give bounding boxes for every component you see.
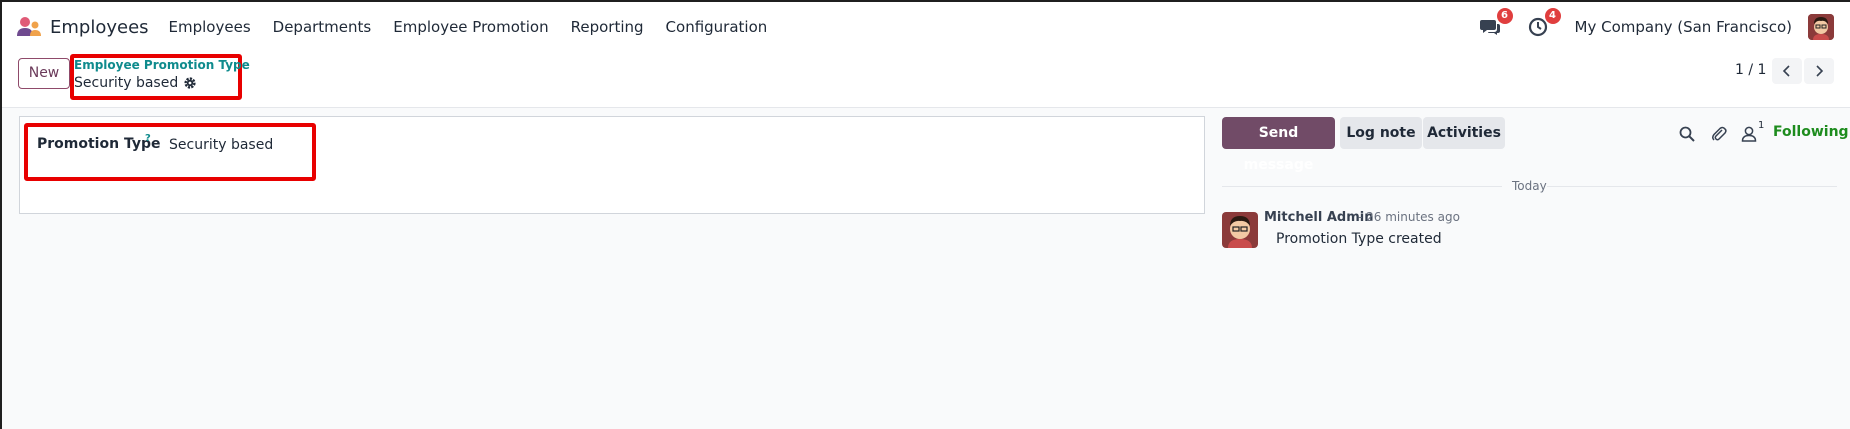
menu-configuration[interactable]: Configuration <box>666 18 768 36</box>
follower-count: 1 <box>1758 120 1765 131</box>
activities-clock-icon[interactable]: 4 <box>1527 8 1561 38</box>
chevron-left-icon <box>1782 65 1790 77</box>
chevron-right-icon <box>1816 65 1824 77</box>
menu-departments[interactable]: Departments <box>273 18 372 36</box>
menu-reporting[interactable]: Reporting <box>571 18 644 36</box>
app-name: Employees <box>50 16 149 38</box>
record-title: Security based <box>74 75 179 91</box>
date-separator-line-left <box>1222 186 1502 187</box>
breadcrumb-current: Security based <box>74 75 197 91</box>
pager-next-button[interactable] <box>1804 58 1834 84</box>
app-brand[interactable]: Employees <box>16 16 149 38</box>
date-separator-line-right <box>1547 186 1837 187</box>
search-icon[interactable] <box>1678 125 1696 143</box>
control-panel: New Employee Promotion Type Security bas… <box>2 52 1850 108</box>
breadcrumb-parent-link[interactable]: Employee Promotion Type <box>74 58 250 72</box>
menu-employee-promotion[interactable]: Employee Promotion <box>393 18 548 36</box>
pager-previous-button[interactable] <box>1772 58 1802 84</box>
help-tooltip-icon[interactable]: ? <box>145 133 151 144</box>
following-button[interactable]: Following <box>1773 124 1849 140</box>
promotion-type-label: Promotion Type <box>37 136 161 152</box>
systray: 6 4 My Company (San Francisco) <box>1479 2 1834 52</box>
company-switcher[interactable]: My Company (San Francisco) <box>1575 18 1792 36</box>
message-body: Promotion Type created <box>1276 231 1442 247</box>
messages-badge: 6 <box>1496 8 1513 24</box>
followers-user-icon[interactable] <box>1740 125 1758 143</box>
new-button[interactable]: New <box>18 58 70 89</box>
activities-badge: 4 <box>1544 8 1561 24</box>
message-timestamp: - 26 minutes ago <box>1358 210 1460 224</box>
employees-app-icon <box>16 16 42 38</box>
activities-button[interactable]: Activities <box>1423 117 1505 149</box>
author-avatar[interactable] <box>1222 212 1258 248</box>
promotion-type-input[interactable]: Security based <box>169 137 273 153</box>
pager-value[interactable]: 1 / 1 <box>1735 62 1766 78</box>
gear-icon[interactable] <box>183 76 197 90</box>
log-note-button[interactable]: Log note <box>1340 117 1422 149</box>
main-menu: Employees Departments Employee Promotion… <box>169 18 790 36</box>
send-message-button[interactable]: Send message <box>1222 117 1335 173</box>
top-navbar: Employees Employees Departments Employee… <box>2 2 1850 52</box>
user-avatar[interactable] <box>1808 14 1834 40</box>
messages-icon[interactable]: 6 <box>1479 8 1513 38</box>
paperclip-icon[interactable] <box>1710 125 1728 143</box>
date-separator: Today <box>1512 179 1547 193</box>
menu-employees[interactable]: Employees <box>169 18 251 36</box>
